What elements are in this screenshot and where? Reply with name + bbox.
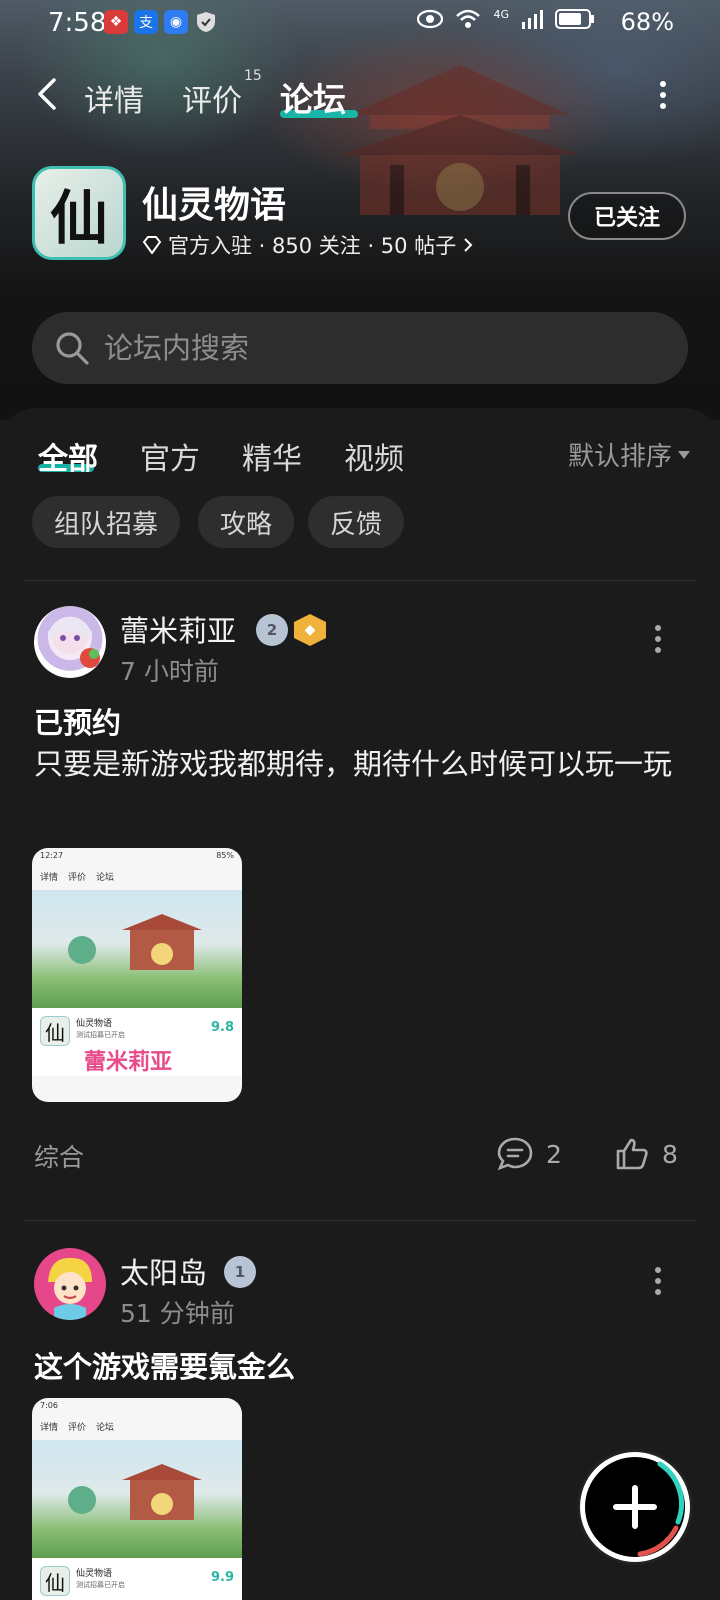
thumb-nav: 详情 评价 论坛 [40, 873, 115, 883]
gold-medal-icon: ◆ [294, 614, 326, 646]
sort-dropdown[interactable]: 默认排序 [568, 436, 690, 473]
tab-forum[interactable]: 论坛 [280, 73, 346, 121]
divider [24, 580, 696, 581]
game-meta-row[interactable]: 官方入驻 · 850 关注 · 50 帖子 [142, 230, 474, 260]
thumb-temple-illustration [68, 1464, 202, 1520]
signal-icon [522, 10, 543, 29]
filter-tab-featured[interactable]: 精华 [242, 434, 302, 478]
thumbs-up-icon [616, 1138, 648, 1170]
game-title: 仙灵物语 [142, 185, 287, 226]
post-title: 已预约 [34, 706, 122, 740]
eye-icon [417, 9, 444, 29]
caret-down-icon [678, 450, 690, 459]
wifi-icon [456, 9, 481, 28]
chip-feedback[interactable]: 反馈 [308, 496, 405, 548]
battery-icon [555, 9, 594, 29]
thumb-game-art [32, 890, 242, 1008]
thumb-temple-illustration [68, 914, 202, 970]
thumb-watermark: 蕾米莉亚 [84, 1050, 173, 1075]
post-time: 51 分钟前 [120, 1299, 235, 1328]
thumb-game-art [32, 1440, 242, 1558]
level-badge-icon: 2 [256, 614, 288, 646]
status-right-icons: 4G [417, 8, 595, 30]
thumb-status-bar: 12:27 85% [40, 851, 234, 860]
bulb-icon: ◉ [164, 10, 188, 34]
divider [24, 1220, 696, 1221]
game-meta-text: 官方入驻 · 850 关注 · 50 帖子 [168, 234, 457, 258]
chevron-right-icon [464, 238, 473, 252]
search-input[interactable] [104, 312, 664, 384]
comment-icon [497, 1137, 533, 1171]
forum-search-bar[interactable] [32, 312, 688, 384]
avatar-illustration [48, 1257, 92, 1320]
alipay-icon: 支 [134, 10, 158, 34]
thumb-game-icon: 仙 [40, 1016, 70, 1046]
thumb-status-bar: 7:06 [40, 1401, 58, 1410]
level-badge-icon: 1 [224, 1256, 256, 1288]
post-username[interactable]: 蕾米莉亚 [120, 608, 236, 650]
thumb-game-info: 仙 仙灵物语 测试招募已开启 9.9 [32, 1558, 242, 1600]
app-notification-icon: ❖ [104, 10, 128, 34]
shield-icon [194, 10, 218, 34]
post-image-thumbnail[interactable]: 7:06 详情 评价 论坛 仙 仙灵物语 测试招募已开启 9.9 [32, 1398, 242, 1600]
like-count[interactable]: 8 [614, 1136, 678, 1172]
back-arrow-icon[interactable] [30, 74, 70, 114]
notification-icons: ❖ 支 ◉ [104, 10, 218, 34]
chip-guides[interactable]: 攻略 [198, 496, 295, 548]
more-options-icon[interactable] [658, 80, 668, 110]
thumb-game-icon: 仙 [40, 1566, 70, 1596]
post-more-icon[interactable] [654, 624, 662, 654]
post-more-icon[interactable] [654, 1266, 662, 1296]
game-app-icon[interactable]: 仙 [32, 166, 126, 260]
status-bar: 7:58 ❖ 支 ◉ 4G 68% [0, 0, 720, 48]
follow-button[interactable]: 已关注 [568, 192, 686, 240]
search-icon [56, 332, 89, 365]
comment-count[interactable]: 2 [496, 1136, 562, 1172]
thumb-game-info: 仙 仙灵物语 测试招募已开启 9.8 蕾米莉亚 [32, 1008, 242, 1076]
diamond-icon [142, 236, 162, 254]
forum-panel: 全部 官方 精华 视频 默认排序 组队招募 攻略 反馈 蕾米莉亚 2 ◆ 7 小… [0, 408, 720, 1600]
chip-team-recruit[interactable]: 组队招募 [32, 496, 181, 548]
tab-details[interactable]: 详情 [84, 76, 144, 120]
post-body: 只要是新游戏我都期待，期待什么时候可以玩一玩 [34, 747, 673, 781]
avatar[interactable] [34, 606, 106, 678]
thumb-nav: 详情 评价 论坛 [40, 1423, 115, 1433]
filter-tab-all[interactable]: 全部 [38, 434, 98, 478]
battery-percent: 68% [620, 8, 674, 36]
avatar[interactable] [34, 1248, 106, 1320]
sort-label: 默认排序 [567, 442, 672, 472]
top-navigation: 详情 评价 15 论坛 [0, 64, 720, 124]
post-username[interactable]: 太阳岛 [120, 1250, 207, 1292]
reviews-count-badge: 15 [244, 68, 262, 84]
fab-gradient-ring [637, 1461, 684, 1557]
post-title: 这个游戏需要氪金么 [34, 1350, 296, 1384]
post-image-thumbnail[interactable]: 12:27 85% 详情 评价 论坛 仙 仙灵物语 测试招募已开启 9.8 蕾米莉亚 [32, 848, 242, 1102]
network-type: 4G [493, 7, 509, 21]
filter-tab-video[interactable]: 视频 [344, 434, 404, 478]
avatar-illustration [48, 617, 100, 668]
post-time: 7 小时前 [120, 657, 219, 686]
filter-tab-official[interactable]: 官方 [140, 434, 200, 478]
post-category-tag[interactable]: 综合 [34, 1138, 84, 1174]
status-time: 7:58 [48, 8, 107, 38]
tab-reviews[interactable]: 评价 [182, 76, 242, 120]
